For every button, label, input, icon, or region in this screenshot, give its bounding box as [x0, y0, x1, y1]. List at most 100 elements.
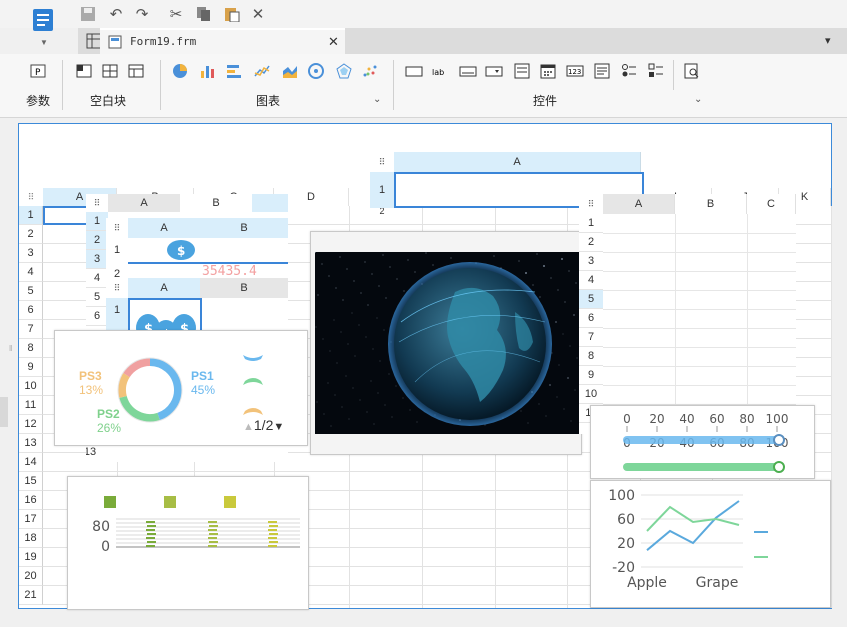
column-header[interactable]: A [108, 194, 180, 212]
logo-menu-icon[interactable] [32, 8, 54, 34]
row-header[interactable]: 1 [106, 298, 128, 322]
corner-handle-icon[interactable]: ⠿ [370, 152, 394, 172]
row-header[interactable]: 11 [19, 396, 43, 415]
row-header[interactable]: 6 [19, 301, 43, 320]
row-header[interactable]: 1 [19, 206, 43, 225]
row-header[interactable]: 13 [19, 434, 43, 453]
right-report-block[interactable]: ⠿ABC1234567891011 [579, 194, 796, 434]
page-down-icon[interactable]: ▼ [273, 421, 284, 433]
row-header[interactable]: 1 [370, 172, 394, 208]
textarea-widget-icon[interactable] [592, 62, 612, 80]
tab-form19[interactable]: Form19.frm ✕ [100, 28, 345, 54]
bar-chart-icon[interactable] [198, 62, 218, 80]
row-header[interactable]: 16 [19, 491, 43, 510]
row-header[interactable]: 5 [86, 288, 108, 307]
area-chart-icon[interactable] [280, 62, 300, 80]
row-header[interactable]: 5 [579, 290, 603, 309]
row-header[interactable]: 6 [86, 307, 108, 326]
row-header[interactable]: 12 [19, 415, 43, 434]
row-header[interactable]: 4 [86, 269, 108, 288]
line-chart-widget[interactable]: 100 60 20 -20 Apple Grape [590, 480, 831, 608]
radio-group-icon[interactable] [619, 62, 639, 80]
widgets-expand-icon[interactable]: ⌄ [694, 94, 702, 105]
column-header[interactable]: A [394, 152, 641, 172]
row-header[interactable]: 2 [19, 225, 43, 244]
number-widget-icon[interactable]: 123 [565, 62, 585, 80]
text-widget-icon[interactable]: lab [430, 62, 450, 80]
row-header[interactable]: 3 [86, 250, 108, 269]
row-header[interactable]: 20 [19, 567, 43, 586]
row-header[interactable]: 8 [579, 347, 603, 366]
row-header[interactable]: 9 [19, 358, 43, 377]
left-splitter-handle[interactable]: ‖ [9, 344, 13, 354]
row-header[interactable]: 4 [19, 263, 43, 282]
tab-layout-icon[interactable] [126, 62, 146, 80]
line-chart-icon[interactable] [252, 62, 272, 80]
grid-corner-icon[interactable]: ⠿ [19, 188, 43, 206]
row-header[interactable]: 18 [19, 529, 43, 548]
row-header[interactable]: 10 [579, 385, 603, 404]
row-header[interactable]: 21 [19, 586, 43, 605]
combobox-widget-icon[interactable] [484, 62, 504, 80]
row-header[interactable]: 3 [579, 252, 603, 271]
donut-chart-widget[interactable]: PS3 13% PS2 26% PS1 45% ▲1/2▼ [54, 330, 308, 446]
copy-icon[interactable] [194, 4, 214, 24]
row-header[interactable]: 6 [579, 309, 603, 328]
date-widget-icon[interactable] [538, 62, 558, 80]
gauge-chart-icon[interactable] [306, 62, 326, 80]
save-icon[interactable] [78, 4, 98, 24]
label-widget-icon[interactable] [404, 62, 424, 80]
checkbox-group-icon[interactable] [646, 62, 666, 80]
row-header[interactable]: 8 [19, 339, 43, 358]
row-header[interactable]: 3 [19, 244, 43, 263]
image-widget[interactable] [310, 231, 582, 455]
row-header[interactable]: 1 [86, 212, 108, 231]
textbox-widget-icon[interactable] [458, 62, 478, 80]
row-header[interactable]: 9 [579, 366, 603, 385]
charts-expand-icon[interactable]: ⌄ [373, 94, 381, 105]
paste-icon[interactable] [222, 4, 242, 24]
search-widget-icon[interactable] [682, 62, 702, 80]
gauge-knob[interactable] [773, 434, 785, 446]
left-dock-tab[interactable] [0, 397, 8, 427]
panel-menu-icon[interactable]: ▾ [825, 34, 831, 47]
row-header[interactable]: 2 [86, 231, 108, 250]
corner-handle-icon[interactable]: ⠿ [106, 218, 128, 238]
row-header[interactable]: 5 [19, 282, 43, 301]
row-header[interactable]: 7 [579, 328, 603, 347]
column-header[interactable]: A [128, 278, 200, 298]
row-header[interactable]: 10 [19, 377, 43, 396]
undo-icon[interactable]: ↶ [106, 4, 126, 24]
delete-icon[interactable]: ✕ [248, 4, 268, 24]
column-header[interactable]: B [675, 194, 747, 214]
absolute-layout-icon[interactable] [74, 62, 94, 80]
row-header[interactable]: 4 [579, 271, 603, 290]
corner-handle-icon[interactable]: ⠿ [579, 194, 603, 214]
pie-chart-icon[interactable] [170, 62, 190, 80]
gauge-knob[interactable] [773, 461, 785, 473]
row-header[interactable]: 1 [106, 238, 128, 262]
page-up-icon[interactable]: ▲ [243, 421, 254, 433]
split-layout-icon[interactable] [100, 62, 120, 80]
bar-chart-widget[interactable]: 80 0 [67, 476, 309, 610]
cut-icon[interactable]: ✂ [166, 4, 186, 24]
row-header[interactable]: 17 [19, 510, 43, 529]
corner-handle-icon[interactable]: ⠿ [86, 194, 108, 212]
horizontal-bar-icon[interactable] [224, 62, 244, 80]
corner-handle-icon[interactable]: ⠿ [106, 278, 128, 298]
row-header[interactable]: 14 [19, 453, 43, 472]
close-tab-icon[interactable]: ✕ [328, 34, 339, 50]
scatter-chart-icon[interactable] [360, 62, 380, 80]
row-header[interactable]: 7 [19, 320, 43, 339]
redo-icon[interactable]: ↷ [132, 4, 152, 24]
progress-gauge-widget[interactable]: 002020404060608080100100 [590, 405, 815, 479]
radar-chart-icon[interactable] [334, 62, 354, 80]
row-header[interactable]: 2 [579, 233, 603, 252]
column-header[interactable]: A [128, 218, 200, 238]
row-header[interactable]: 15 [19, 472, 43, 491]
column-header[interactable]: A [603, 194, 675, 214]
dropdown-arrow-icon[interactable]: ▼ [40, 38, 48, 47]
column-header[interactable]: B [180, 194, 252, 212]
row-header[interactable]: 1 [579, 214, 603, 233]
column-header[interactable]: B [200, 278, 288, 298]
